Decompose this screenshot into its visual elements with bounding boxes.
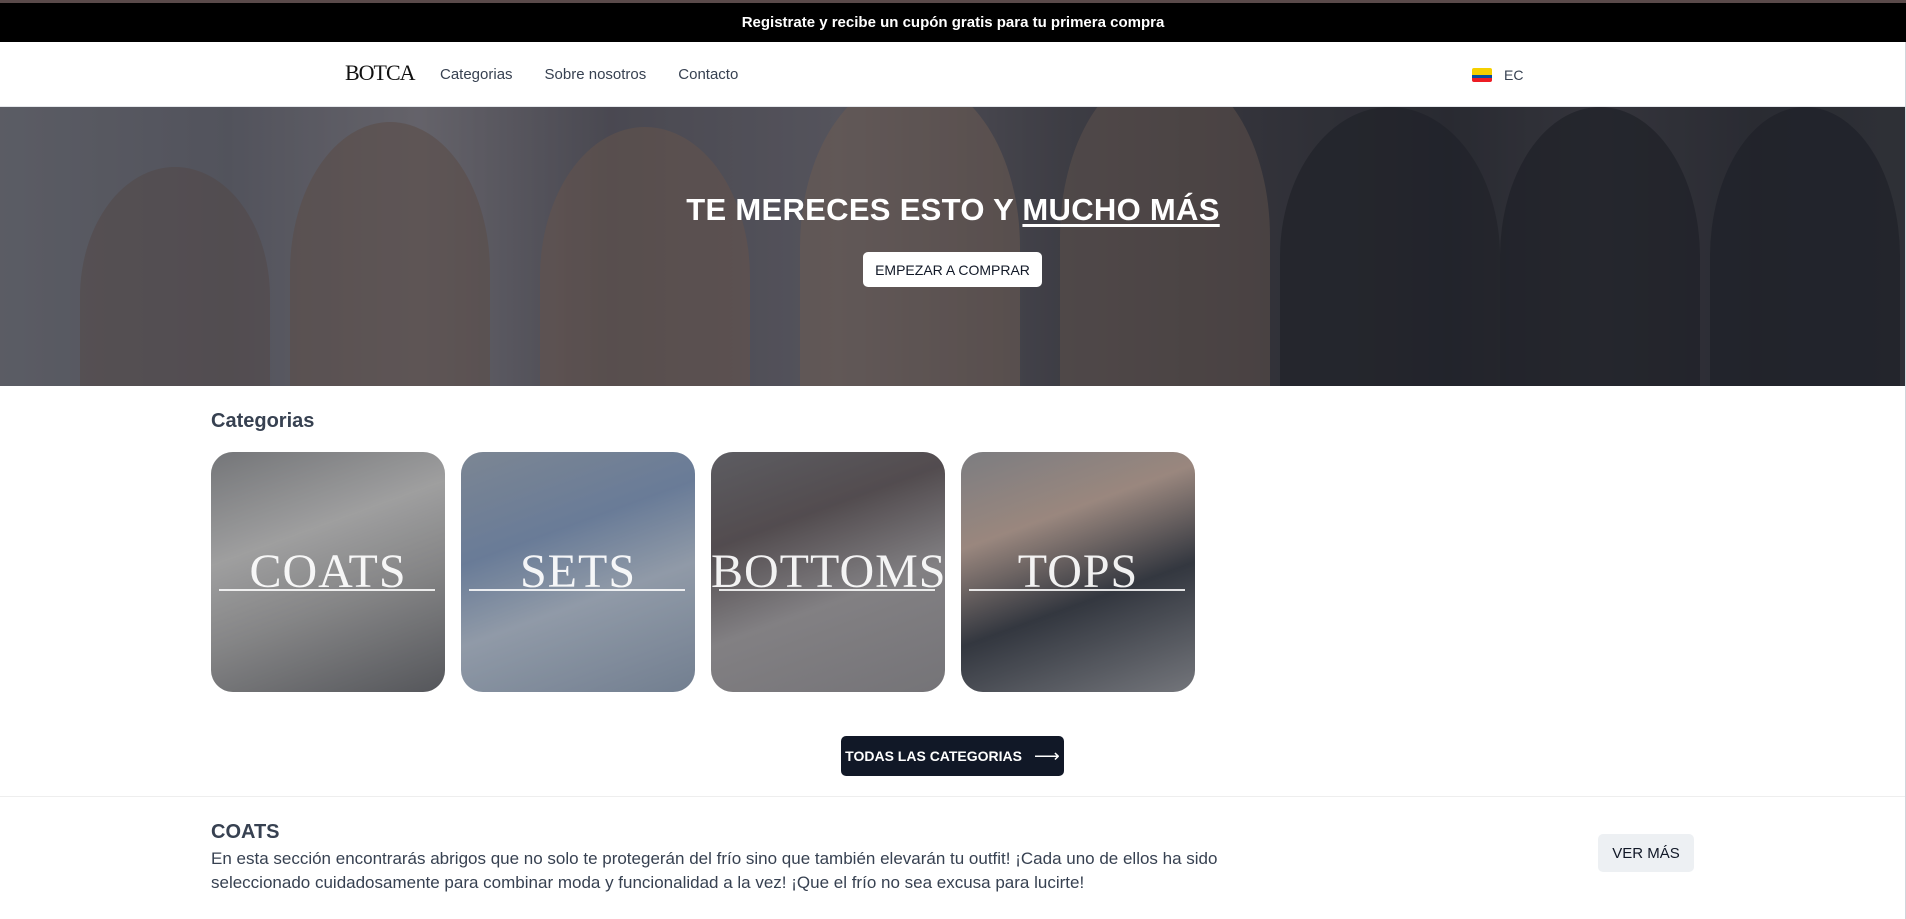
categories-title: Categorias [211, 410, 315, 432]
category-cards: COATS SETS BOTTOMS TOPS [211, 452, 1195, 692]
start-shopping-button[interactable]: EMPEZAR A COMPRAR [863, 252, 1042, 287]
category-card-bottoms[interactable]: BOTTOMS [711, 452, 945, 692]
all-categories-button[interactable]: TODAS LAS CATEGORIAS ⟶ [841, 736, 1064, 776]
nav-link-categorias[interactable]: Categorias [440, 66, 513, 83]
region-code: EC [1504, 66, 1524, 83]
nav-link-sobre-nosotros[interactable]: Sobre nosotros [545, 66, 647, 83]
featured-category-title: COATS [211, 821, 280, 843]
hero-title: TE MERECES ESTO Y MUCHO MÁS [686, 192, 1220, 227]
category-underline [719, 589, 935, 591]
region-selector[interactable]: EC [1472, 42, 1523, 107]
ecuador-flag-icon [1472, 67, 1492, 82]
category-underline [469, 589, 685, 591]
nav-link-contacto[interactable]: Contacto [678, 66, 738, 83]
brand-logo[interactable]: BOTCA [345, 60, 416, 86]
arrow-right-icon: ⟶ [1034, 745, 1060, 766]
top-navbar: BOTCA Categorias Sobre nosotros Contacto… [0, 42, 1906, 107]
all-categories-label: TODAS LAS CATEGORIAS [845, 748, 1022, 764]
hero-banner: TE MERECES ESTO Y MUCHO MÁS EMPEZAR A CO… [0, 107, 1906, 386]
announcement-bar: Registrate y recibe un cupón gratis para… [0, 0, 1906, 42]
hero-overlay [0, 107, 1906, 386]
see-more-button[interactable]: VER MÁS [1598, 834, 1694, 872]
category-underline [969, 589, 1185, 591]
nav-links: Categorias Sobre nosotros Contacto [440, 42, 738, 107]
category-card-tops[interactable]: TOPS [961, 452, 1195, 692]
category-card-sets[interactable]: SETS [461, 452, 695, 692]
announcement-text: Registrate y recibe un cupón gratis para… [741, 14, 1165, 31]
category-card-coats[interactable]: COATS [211, 452, 445, 692]
category-underline [219, 589, 435, 591]
hero-title-emphasis: MUCHO MÁS [1022, 192, 1220, 227]
section-divider [0, 796, 1906, 797]
featured-category-description: En esta sección encontrarás abrigos que … [211, 849, 1218, 892]
